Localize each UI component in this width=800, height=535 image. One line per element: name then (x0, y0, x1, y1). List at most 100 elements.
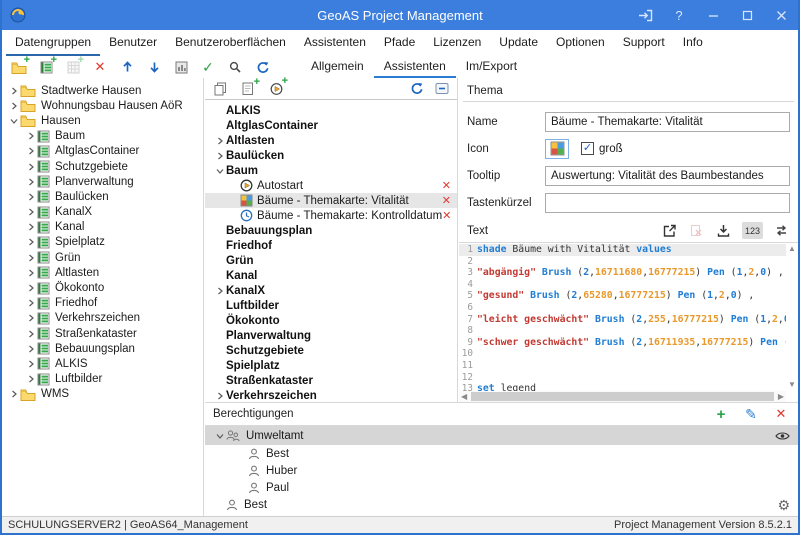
scroll-down-icon[interactable]: ▼ (786, 381, 798, 389)
tab-assistenten[interactable]: Assistenten (374, 56, 456, 78)
menu-item-pfade[interactable]: Pfade (375, 30, 424, 56)
tree-item-luftbilder[interactable]: Luftbilder (2, 372, 203, 387)
chevron-right-icon[interactable] (24, 314, 37, 322)
name-input[interactable] (545, 112, 790, 132)
tree-item-stadtwerke-hausen[interactable]: Stadtwerke Hausen (2, 83, 203, 98)
permission-edit-button[interactable]: ✎ (742, 405, 760, 423)
menu-item-datengruppen[interactable]: Datengruppen (6, 30, 100, 56)
preview-button[interactable] (172, 58, 190, 76)
permission-user-paul[interactable]: Paul (205, 479, 798, 496)
chevron-right-icon[interactable] (24, 299, 37, 307)
chevron-down-icon[interactable] (213, 167, 226, 175)
permission-user-best[interactable]: Best (205, 445, 798, 462)
assistant-item-alkis[interactable]: ALKIS (205, 103, 457, 118)
new-folder-button[interactable]: + (10, 58, 28, 76)
chevron-right-icon[interactable] (24, 193, 37, 201)
maximize-icon[interactable] (730, 0, 764, 30)
replace-button[interactable] (772, 222, 790, 239)
permission-user-huber[interactable]: Huber (205, 462, 798, 479)
chevron-right-icon[interactable] (7, 390, 20, 398)
tree-item-spielplatz[interactable]: Spielplatz (2, 235, 203, 250)
tree-item-alkis[interactable]: ALKIS (2, 356, 203, 371)
copy-button[interactable] (211, 80, 229, 98)
assistant-item-kanalx[interactable]: KanalX (205, 283, 457, 298)
chevron-down-icon[interactable] (7, 117, 20, 125)
chevron-right-icon[interactable] (24, 132, 37, 140)
chevron-right-icon[interactable] (7, 102, 20, 110)
tree-item-altglascontainer[interactable]: AltglasContainer (2, 144, 203, 159)
chevron-down-icon[interactable] (213, 432, 226, 440)
menu-item-assistenten[interactable]: Assistenten (295, 30, 375, 56)
assistant-item-autostart[interactable]: Autostart✕ (205, 178, 457, 193)
chevron-right-icon[interactable] (24, 284, 37, 292)
chevron-right-icon[interactable] (24, 147, 37, 155)
tree-item-ökokonto[interactable]: Ökokonto (2, 280, 203, 295)
menu-item-support[interactable]: Support (614, 30, 674, 56)
permission-user-best[interactable]: Best⚙ (205, 496, 798, 513)
assistant-item-kanal[interactable]: Kanal (205, 268, 457, 283)
new-autostart-button[interactable]: + (267, 80, 285, 98)
help-icon[interactable]: ? (662, 0, 696, 30)
chevron-right-icon[interactable] (213, 392, 226, 400)
chevron-right-icon[interactable] (24, 223, 37, 231)
tree-item-baum[interactable]: Baum (2, 129, 203, 144)
tree-item-schutzgebiete[interactable]: Schutzgebiete (2, 159, 203, 174)
chevron-right-icon[interactable] (24, 375, 37, 383)
delete-button[interactable]: ✕ (91, 58, 109, 76)
close-icon[interactable] (764, 0, 798, 30)
tree-item-grün[interactable]: Grün (2, 250, 203, 265)
move-down-button[interactable] (145, 58, 163, 76)
scroll-left-icon[interactable]: ◀ (459, 393, 469, 401)
chevron-right-icon[interactable] (213, 137, 226, 145)
chevron-right-icon[interactable] (24, 163, 37, 171)
tree-item-planverwaltung[interactable]: Planverwaltung (2, 174, 203, 189)
tree-item-wohnungsbau-hausen-aör[interactable]: Wohnungsbau Hausen AöR (2, 98, 203, 113)
icon-picker-button[interactable] (545, 139, 569, 159)
chevron-right-icon[interactable] (213, 152, 226, 160)
tree-item-verkehrszeichen[interactable]: Verkehrszeichen (2, 311, 203, 326)
tree-item-wms[interactable]: WMS (2, 387, 203, 402)
editor-vertical-scrollbar[interactable]: ▲ ▼ (786, 243, 798, 391)
minimize-icon[interactable] (696, 0, 730, 30)
scroll-up-icon[interactable]: ▲ (786, 245, 798, 253)
chevron-right-icon[interactable] (24, 208, 37, 216)
chevron-right-icon[interactable] (213, 287, 226, 295)
chevron-right-icon[interactable] (24, 269, 37, 277)
refresh-button[interactable] (407, 80, 425, 98)
tree-item-hausen[interactable]: Hausen (2, 113, 203, 128)
assistant-item-straßenkataster[interactable]: Straßenkataster (205, 373, 457, 388)
menu-item-benutzeroberflächen[interactable]: Benutzeroberflächen (166, 30, 295, 56)
menu-item-lizenzen[interactable]: Lizenzen (424, 30, 490, 56)
code-editor[interactable]: 1shade Bäume with Vitalität values23"abg… (459, 242, 798, 402)
assistant-item-bäume-themakarte-kontrolldatum[interactable]: Bäume - Themakarte: Kontrolldatum✕ (205, 208, 457, 223)
remove-icon[interactable]: ✕ (442, 194, 451, 207)
shortcut-input[interactable] (545, 193, 790, 213)
assistant-item-planverwaltung[interactable]: Planverwaltung (205, 328, 457, 343)
assistant-item-baulücken[interactable]: Baulücken (205, 148, 457, 163)
assistant-item-spielplatz[interactable]: Spielplatz (205, 358, 457, 373)
assistant-item-verkehrszeichen[interactable]: Verkehrszeichen (205, 388, 457, 403)
move-up-button[interactable] (118, 58, 136, 76)
tree-item-kanal[interactable]: Kanal (2, 220, 203, 235)
assistant-item-ökokonto[interactable]: Ökokonto (205, 313, 457, 328)
tooltip-input[interactable] (545, 166, 790, 186)
assistant-item-luftbilder[interactable]: Luftbilder (205, 298, 457, 313)
scroll-right-icon[interactable]: ▶ (776, 393, 786, 401)
new-datagroup-button[interactable]: + (37, 58, 55, 76)
chevron-right-icon[interactable] (24, 345, 37, 353)
gear-button[interactable]: ⚙ (777, 498, 790, 512)
line-numbers-button[interactable]: 123 (742, 222, 763, 239)
chevron-right-icon[interactable] (24, 238, 37, 246)
tab-im-export[interactable]: Im/Export (456, 56, 527, 78)
tab-allgemein[interactable]: Allgemein (301, 56, 374, 78)
tree-item-friedhof[interactable]: Friedhof (2, 296, 203, 311)
menu-item-optionen[interactable]: Optionen (547, 30, 614, 56)
menu-item-benutzer[interactable]: Benutzer (100, 30, 166, 56)
new-wizard-button[interactable]: + (239, 80, 257, 98)
remove-icon[interactable]: ✕ (442, 179, 451, 192)
refresh-button[interactable] (253, 58, 271, 76)
chevron-right-icon[interactable] (24, 360, 37, 368)
tree-item-altlasten[interactable]: Altlasten (2, 265, 203, 280)
assistant-item-altlasten[interactable]: Altlasten (205, 133, 457, 148)
menu-item-info[interactable]: Info (674, 30, 712, 56)
